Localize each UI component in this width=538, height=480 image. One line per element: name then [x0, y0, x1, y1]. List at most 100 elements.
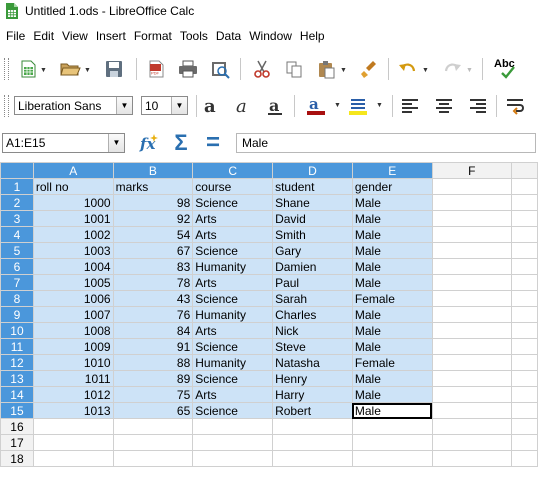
cell[interactable] — [511, 450, 538, 467]
cell[interactable] — [431, 242, 513, 259]
cell[interactable]: 92 — [112, 210, 194, 227]
toolbar-grip[interactable] — [4, 58, 9, 80]
cell[interactable]: Shane — [272, 194, 353, 211]
row-header[interactable]: 14 — [0, 386, 34, 403]
cell[interactable]: Arts — [192, 226, 274, 243]
cell[interactable]: 1011 — [32, 370, 114, 387]
chevron-down-icon[interactable]: ▼ — [116, 97, 132, 114]
cell[interactable] — [272, 418, 353, 435]
cell[interactable]: 1005 — [32, 274, 114, 291]
cut-icon[interactable] — [250, 57, 274, 81]
cell[interactable] — [511, 258, 538, 275]
cell[interactable] — [431, 290, 513, 307]
cell[interactable] — [511, 274, 538, 291]
cell[interactable] — [511, 178, 538, 195]
open-folder-icon[interactable] — [58, 57, 82, 81]
cell[interactable]: Female — [351, 290, 433, 307]
cell[interactable] — [112, 434, 194, 451]
cell[interactable]: 65 — [112, 402, 194, 419]
cell[interactable]: Damien — [272, 258, 353, 275]
row-header[interactable]: 1 — [0, 178, 34, 195]
select-all-corner[interactable] — [0, 162, 34, 179]
chevron-down-icon[interactable]: ▼ — [108, 134, 124, 152]
chevron-down-icon[interactable]: ▼ — [340, 67, 347, 74]
cell[interactable]: Nick — [272, 322, 353, 339]
copy-icon[interactable] — [282, 57, 306, 81]
cell[interactable]: Natasha — [272, 354, 353, 371]
cell[interactable]: Male — [351, 386, 433, 403]
chevron-down-icon[interactable]: ▼ — [466, 67, 473, 74]
cell[interactable] — [511, 290, 538, 307]
cell[interactable]: Male — [351, 370, 433, 387]
cell[interactable]: Arts — [192, 386, 274, 403]
cell[interactable]: 1002 — [32, 226, 114, 243]
cell[interactable]: 76 — [112, 306, 194, 323]
cell[interactable]: 67 — [112, 242, 194, 259]
cell[interactable]: Science — [192, 242, 274, 259]
cell[interactable] — [32, 450, 114, 467]
cell[interactable]: Male — [351, 322, 433, 339]
row-header[interactable]: 5 — [0, 242, 34, 259]
export-pdf-icon[interactable]: PDF — [144, 57, 168, 81]
cell[interactable]: Arts — [192, 322, 274, 339]
cell[interactable] — [431, 258, 513, 275]
menu-help[interactable]: Help — [296, 26, 329, 46]
print-icon[interactable] — [176, 57, 200, 81]
cell[interactable]: 83 — [112, 258, 194, 275]
cell[interactable]: 89 — [112, 370, 194, 387]
cell[interactable] — [511, 386, 538, 403]
cell[interactable]: Female — [351, 354, 433, 371]
cell[interactable]: Harry — [272, 386, 353, 403]
cell[interactable]: 88 — [112, 354, 194, 371]
cell[interactable]: Smith — [272, 226, 353, 243]
column-header-a[interactable]: A — [32, 162, 114, 179]
cell[interactable]: Male — [351, 274, 433, 291]
formula-input[interactable]: Male — [236, 133, 536, 153]
cell[interactable] — [112, 418, 194, 435]
row-header[interactable]: 15 — [0, 402, 34, 419]
cell[interactable] — [511, 194, 538, 211]
align-left-icon[interactable] — [398, 94, 422, 118]
cell[interactable] — [192, 418, 274, 435]
cell[interactable] — [431, 274, 513, 291]
cell[interactable] — [511, 354, 538, 371]
cell[interactable]: 1000 — [32, 194, 114, 211]
cell[interactable]: Science — [192, 402, 274, 419]
menu-file[interactable]: File — [2, 26, 29, 46]
cell[interactable] — [511, 226, 538, 243]
cell[interactable] — [511, 434, 538, 451]
chevron-down-icon[interactable]: ▼ — [171, 97, 187, 114]
cell[interactable] — [272, 450, 353, 467]
cell[interactable] — [511, 418, 538, 435]
cell[interactable]: Science — [192, 370, 274, 387]
cell[interactable] — [431, 354, 513, 371]
cell[interactable]: Science — [192, 290, 274, 307]
cell[interactable]: Arts — [192, 274, 274, 291]
cell[interactable] — [511, 322, 538, 339]
cell[interactable]: Male — [351, 226, 433, 243]
row-header[interactable]: 11 — [0, 338, 34, 355]
header-cell[interactable]: roll no — [32, 178, 114, 195]
menu-edit[interactable]: Edit — [29, 26, 58, 46]
row-header[interactable]: 6 — [0, 258, 34, 275]
cell[interactable]: 1010 — [32, 354, 114, 371]
cell[interactable] — [511, 402, 538, 419]
cell[interactable] — [431, 434, 513, 451]
menu-insert[interactable]: Insert — [92, 26, 130, 46]
cell[interactable]: Male — [351, 242, 433, 259]
header-cell[interactable]: course — [192, 178, 274, 195]
cell[interactable] — [192, 434, 274, 451]
cell[interactable]: Male — [351, 210, 433, 227]
font-color-icon[interactable]: a — [304, 94, 328, 118]
cell[interactable]: 78 — [112, 274, 194, 291]
align-right-icon[interactable] — [466, 94, 490, 118]
cell[interactable]: Humanity — [192, 258, 274, 275]
row-header[interactable]: 17 — [0, 434, 34, 451]
row-header[interactable]: 7 — [0, 274, 34, 291]
cell[interactable]: 1001 — [32, 210, 114, 227]
chevron-down-icon[interactable]: ▼ — [422, 67, 429, 74]
cell[interactable] — [431, 210, 513, 227]
cell[interactable] — [431, 306, 513, 323]
row-header[interactable]: 9 — [0, 306, 34, 323]
row-header[interactable]: 16 — [0, 418, 34, 435]
